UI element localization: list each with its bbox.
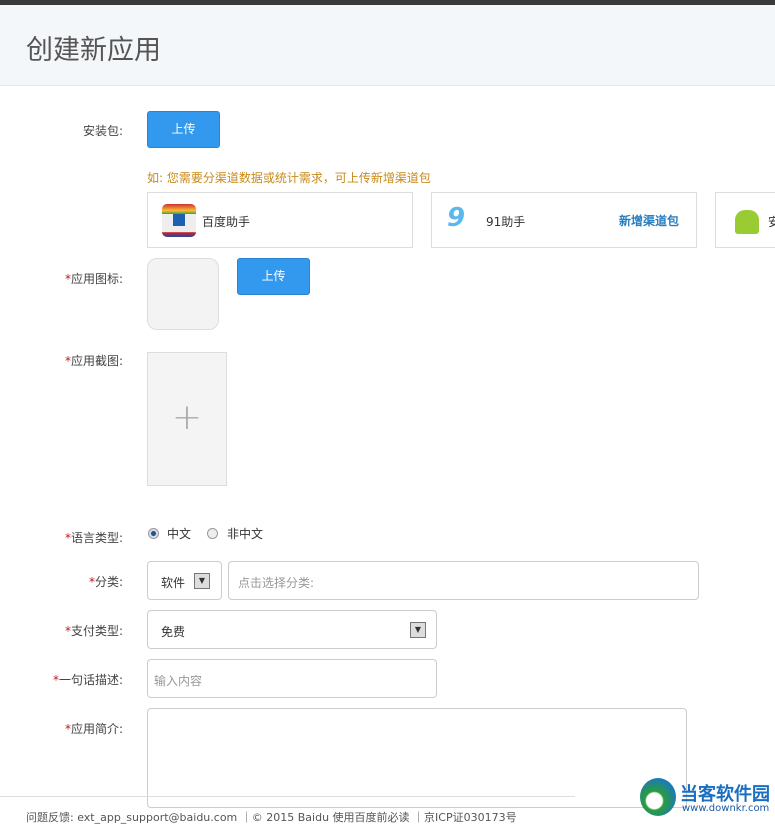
package-label: 安装包:	[82, 124, 123, 138]
page-title: 创建新应用	[26, 35, 161, 66]
category-input[interactable]: 点击选择分类:	[228, 561, 699, 600]
android-icon	[735, 210, 759, 234]
channel-card-91[interactable]: 9 91助手 新增渠道包	[431, 192, 697, 248]
chevron-down-icon: ▼	[410, 622, 426, 638]
payment-value: 免费	[161, 625, 186, 639]
payment-select[interactable]: 免费 ▼	[147, 610, 437, 649]
icon-label: *应用图标:	[64, 272, 123, 286]
radio-non-chinese[interactable]	[207, 528, 218, 539]
baidu-assistant-icon	[162, 204, 196, 237]
summary-placeholder: 输入内容	[154, 674, 203, 688]
summary-label: *一句话描述:	[52, 673, 123, 687]
downkr-logo-icon	[640, 778, 676, 816]
channel-card-baidu[interactable]: 百度助手	[147, 192, 413, 248]
chevron-down-icon: ▼	[194, 573, 210, 589]
channel-name: 安	[768, 215, 775, 229]
intro-label: *应用简介:	[64, 722, 123, 736]
summary-input[interactable]: 输入内容	[147, 659, 437, 698]
package-hint: 如: 您需要分渠道数据或统计需求，可上传新增渠道包	[147, 171, 431, 185]
intro-textarea[interactable]	[147, 708, 687, 808]
channel-name: 百度助手	[202, 215, 251, 229]
91-assistant-icon: 9	[447, 203, 466, 233]
channel-card-android[interactable]: 安	[715, 192, 775, 248]
radio-non-chinese-label: 非中文	[227, 527, 264, 541]
category-placeholder: 点击选择分类:	[238, 576, 315, 590]
add-channel-link[interactable]: 新增渠道包	[619, 212, 679, 229]
category-type-select[interactable]: 软件 ▼	[147, 561, 222, 600]
icon-upload-button[interactable]: 上传	[237, 258, 310, 295]
payment-label: *支付类型:	[64, 624, 123, 638]
package-upload-button[interactable]: 上传	[147, 111, 220, 148]
category-label: *分类:	[88, 575, 123, 589]
icon-preview	[147, 258, 219, 330]
category-type-value: 软件	[161, 576, 186, 590]
radio-chinese[interactable]	[148, 528, 159, 539]
language-label: *语言类型:	[64, 531, 123, 545]
radio-chinese-label: 中文	[167, 527, 192, 541]
footer: 问题反馈: ext_app_support@baidu.com ｜© 2015 …	[0, 796, 575, 825]
baidu-logo-icon	[173, 214, 185, 226]
screenshot-label: *应用截图:	[64, 354, 123, 368]
channel-name: 91助手	[486, 215, 526, 229]
add-screenshot-button[interactable]: +	[147, 352, 227, 486]
watermark-logo: 当客软件园 www.downkr.com	[636, 776, 775, 822]
